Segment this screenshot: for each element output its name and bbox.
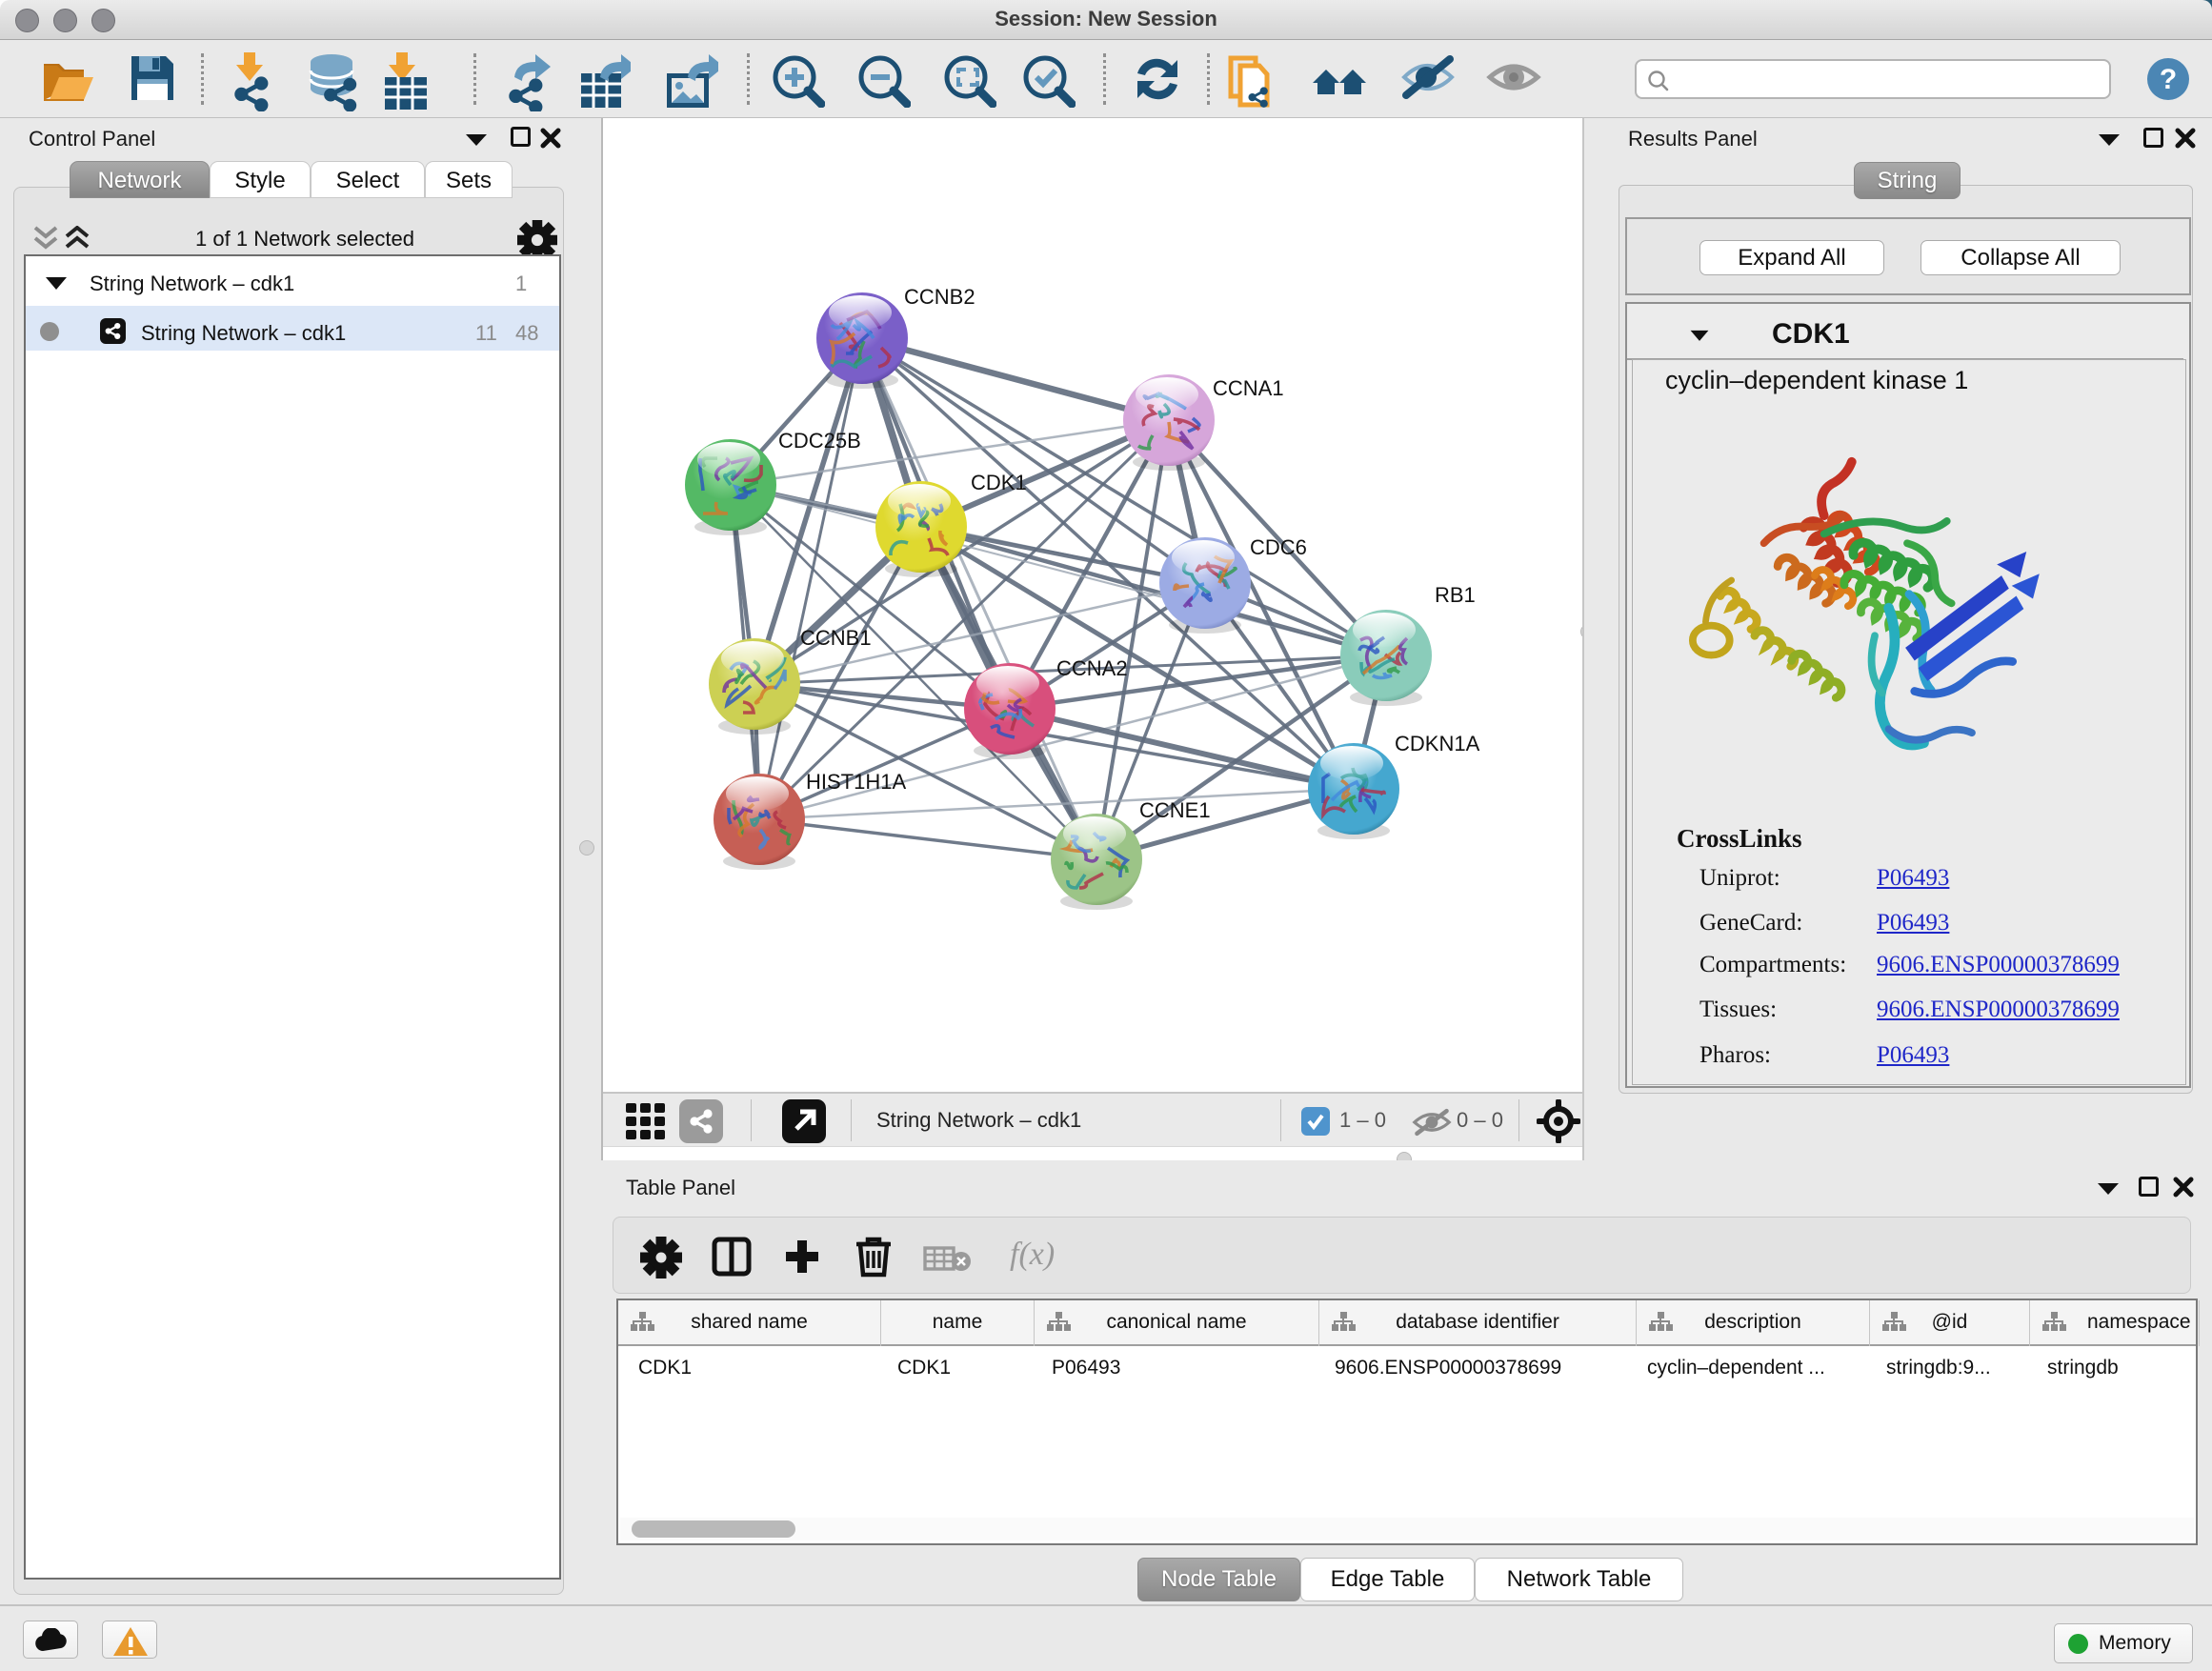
svg-text:CCNA1: CCNA1	[1213, 376, 1284, 400]
svg-text:HIST1H1A: HIST1H1A	[806, 770, 906, 794]
svg-text:CCNB1: CCNB1	[800, 626, 872, 650]
svg-text:CCNE1: CCNE1	[1139, 798, 1211, 822]
svg-text:CDC6: CDC6	[1250, 535, 1307, 559]
svg-text:CDKN1A: CDKN1A	[1395, 732, 1480, 755]
svg-text:CDK1: CDK1	[971, 471, 1027, 494]
svg-text:?: ?	[2160, 64, 2177, 95]
svg-text:CCNB2: CCNB2	[904, 285, 975, 309]
svg-text:CCNA2: CCNA2	[1056, 656, 1128, 680]
svg-text:CDC25B: CDC25B	[778, 429, 861, 453]
svg-text:RB1: RB1	[1435, 583, 1476, 607]
